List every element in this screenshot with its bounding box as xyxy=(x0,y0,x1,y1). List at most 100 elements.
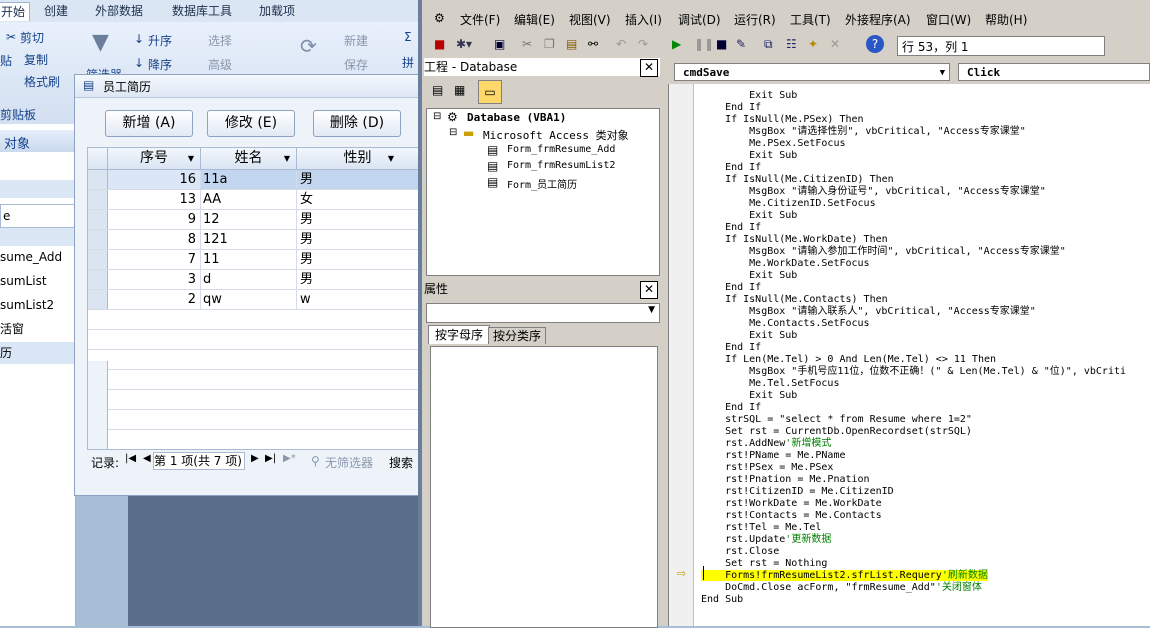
cell-id[interactable]: 3 xyxy=(108,270,201,289)
tree-item-frmresume-add[interactable]: Form_frmResume_Add xyxy=(507,144,615,155)
cell-id[interactable]: 8 xyxy=(108,230,201,249)
format-painter-button[interactable]: 格式刷 xyxy=(24,73,60,90)
design-mode-icon[interactable]: ✎ xyxy=(736,37,746,51)
cell-name[interactable]: 11 xyxy=(201,250,297,269)
chevron-down-icon[interactable]: ▼ xyxy=(648,305,655,315)
tree-item-employee-resume[interactable]: Form_员工简历 xyxy=(507,176,577,191)
project-explorer-icon[interactable]: ⧉ xyxy=(764,37,773,52)
code-editor[interactable]: Exit Sub End If If IsNull(Me.PSex) Then … xyxy=(668,84,1150,626)
column-header-name[interactable]: 姓名 ▼ xyxy=(201,148,297,170)
properties-object-combo[interactable]: ▼ xyxy=(426,303,660,323)
tab-categorized[interactable]: 按分类序 xyxy=(488,327,546,344)
delete-button[interactable]: 删除 (D) xyxy=(313,110,401,137)
table-row[interactable]: 8 121 男 xyxy=(88,230,419,250)
tree-root[interactable]: Database (VBA1) xyxy=(467,111,566,124)
row-selector[interactable] xyxy=(88,170,108,189)
menu-run[interactable]: 运行(R) xyxy=(734,11,776,28)
next-record-icon[interactable]: ▶ xyxy=(251,453,259,464)
find-icon[interactable]: ⚯ xyxy=(588,37,598,51)
undo-icon[interactable]: ↶ xyxy=(616,37,626,51)
row-selector[interactable] xyxy=(88,190,108,209)
paste-icon[interactable]: ▤ xyxy=(566,37,577,51)
new-record-button[interactable]: 新建 xyxy=(344,32,368,49)
refresh-icon[interactable]: ⟳ xyxy=(300,34,317,58)
navigation-group-header[interactable] xyxy=(0,180,75,198)
cell-name[interactable]: 12 xyxy=(201,210,297,229)
cell-gender[interactable]: 男 xyxy=(297,250,418,269)
cell-id[interactable]: 13 xyxy=(108,190,201,209)
menu-file[interactable]: 文件(F) xyxy=(460,11,500,28)
menu-view[interactable]: 视图(V) xyxy=(569,11,611,28)
new-record-icon[interactable]: ▶* xyxy=(283,453,296,464)
chevron-down-icon[interactable]: ▼ xyxy=(940,64,945,82)
cut-button[interactable]: 剪切 xyxy=(20,29,44,46)
tab-home[interactable]: 开始 xyxy=(0,2,31,21)
redo-icon[interactable]: ↷ xyxy=(638,37,648,51)
cell-name[interactable]: 121 xyxy=(201,230,297,249)
paste-button-fragment[interactable]: 贴 xyxy=(0,52,12,69)
nav-item-frmresumlist2[interactable]: sumList2 xyxy=(0,294,75,316)
run-icon[interactable]: ▶ xyxy=(672,37,681,51)
cell-gender[interactable]: 女 xyxy=(297,190,418,209)
selection-button[interactable]: 选择 xyxy=(208,32,232,49)
table-row[interactable]: 7 11 男 xyxy=(88,250,419,270)
toolbox-icon[interactable]: ✕ xyxy=(830,37,840,51)
nav-item-employee-resume[interactable]: 历 xyxy=(0,342,75,364)
select-all-corner[interactable] xyxy=(88,148,108,170)
stop-icon[interactable]: ■ xyxy=(716,37,727,51)
tab-addins[interactable]: 加载项 xyxy=(259,2,295,20)
object-browser-icon[interactable]: ✦ xyxy=(808,37,818,51)
table-row[interactable]: 2 qw w xyxy=(88,290,419,310)
table-row[interactable]: 3d男 xyxy=(88,270,419,290)
row-selector[interactable] xyxy=(88,250,108,269)
navigation-pane-header[interactable]: 对象 xyxy=(0,130,75,152)
cut-icon[interactable]: ✂ xyxy=(522,37,532,51)
tab-create[interactable]: 创建 xyxy=(44,2,68,20)
add-button[interactable]: 新增 (A) xyxy=(105,110,193,137)
insert-module-icon[interactable]: ✱▾ xyxy=(456,37,472,51)
copy-button[interactable]: 复制 xyxy=(24,51,48,68)
no-filter-indicator[interactable]: 无筛选器 xyxy=(325,454,373,471)
cell-name[interactable]: AA xyxy=(201,190,297,209)
cell-name[interactable]: qw xyxy=(201,290,297,309)
sort-ascending-button[interactable]: 升序 xyxy=(148,32,172,49)
first-record-icon[interactable]: |◀ xyxy=(125,453,136,464)
chevron-down-icon[interactable]: ▼ xyxy=(388,148,394,169)
chevron-down-icon[interactable]: ▼ xyxy=(188,148,194,169)
cell-id[interactable]: 9 xyxy=(108,210,201,229)
navigation-group-forms[interactable] xyxy=(0,228,75,246)
properties-icon[interactable]: ☷ xyxy=(786,37,797,51)
cell-name[interactable]: 11a xyxy=(201,170,297,189)
menu-help[interactable]: 帮助(H) xyxy=(985,11,1027,28)
toggle-folders-icon[interactable]: ▭ xyxy=(478,80,502,104)
tree-collapse-icon[interactable]: ⊟ xyxy=(433,111,441,122)
table-row[interactable]: 16 11a 男 xyxy=(88,170,419,190)
form-title-bar[interactable]: ▤ 员工简历 xyxy=(75,75,419,98)
view-code-icon[interactable]: ▤ xyxy=(432,83,443,97)
nav-item-form[interactable]: 活窗 xyxy=(0,318,75,340)
nav-search-box[interactable]: e xyxy=(0,204,77,228)
column-header-gender[interactable]: 性别 ▼ xyxy=(297,148,418,170)
object-combo[interactable]: cmdSave ▼ xyxy=(674,63,950,81)
help-icon[interactable]: ? xyxy=(866,35,884,53)
tree-collapse-icon[interactable]: ⊟ xyxy=(449,127,457,138)
previous-record-icon[interactable]: ◀ xyxy=(143,453,151,464)
row-selector[interactable] xyxy=(88,230,108,249)
cell-gender[interactable]: 男 xyxy=(297,210,418,229)
cell-name[interactable]: d xyxy=(201,270,297,289)
menu-insert[interactable]: 插入(I) xyxy=(625,11,662,28)
sort-descending-button[interactable]: 降序 xyxy=(148,56,172,73)
procedure-combo[interactable]: Click xyxy=(958,63,1150,81)
menu-edit[interactable]: 编辑(E) xyxy=(514,11,555,28)
last-record-icon[interactable]: ▶| xyxy=(265,453,276,464)
menu-window[interactable]: 窗口(W) xyxy=(926,11,971,28)
tab-external-data[interactable]: 外部数据 xyxy=(95,2,143,20)
pause-icon[interactable]: ❚❚ xyxy=(694,37,714,51)
spelling-button-fragment[interactable]: 拼 xyxy=(402,54,414,71)
vba-app-icon[interactable]: ⚙ xyxy=(434,11,445,25)
edit-button[interactable]: 修改 (E) xyxy=(207,110,295,137)
save-icon[interactable]: ▣ xyxy=(494,37,505,51)
cell-gender[interactable]: 男 xyxy=(297,230,418,249)
view-access-icon[interactable]: ■ xyxy=(434,37,445,51)
table-row[interactable]: 13 AA 女 xyxy=(88,190,419,210)
